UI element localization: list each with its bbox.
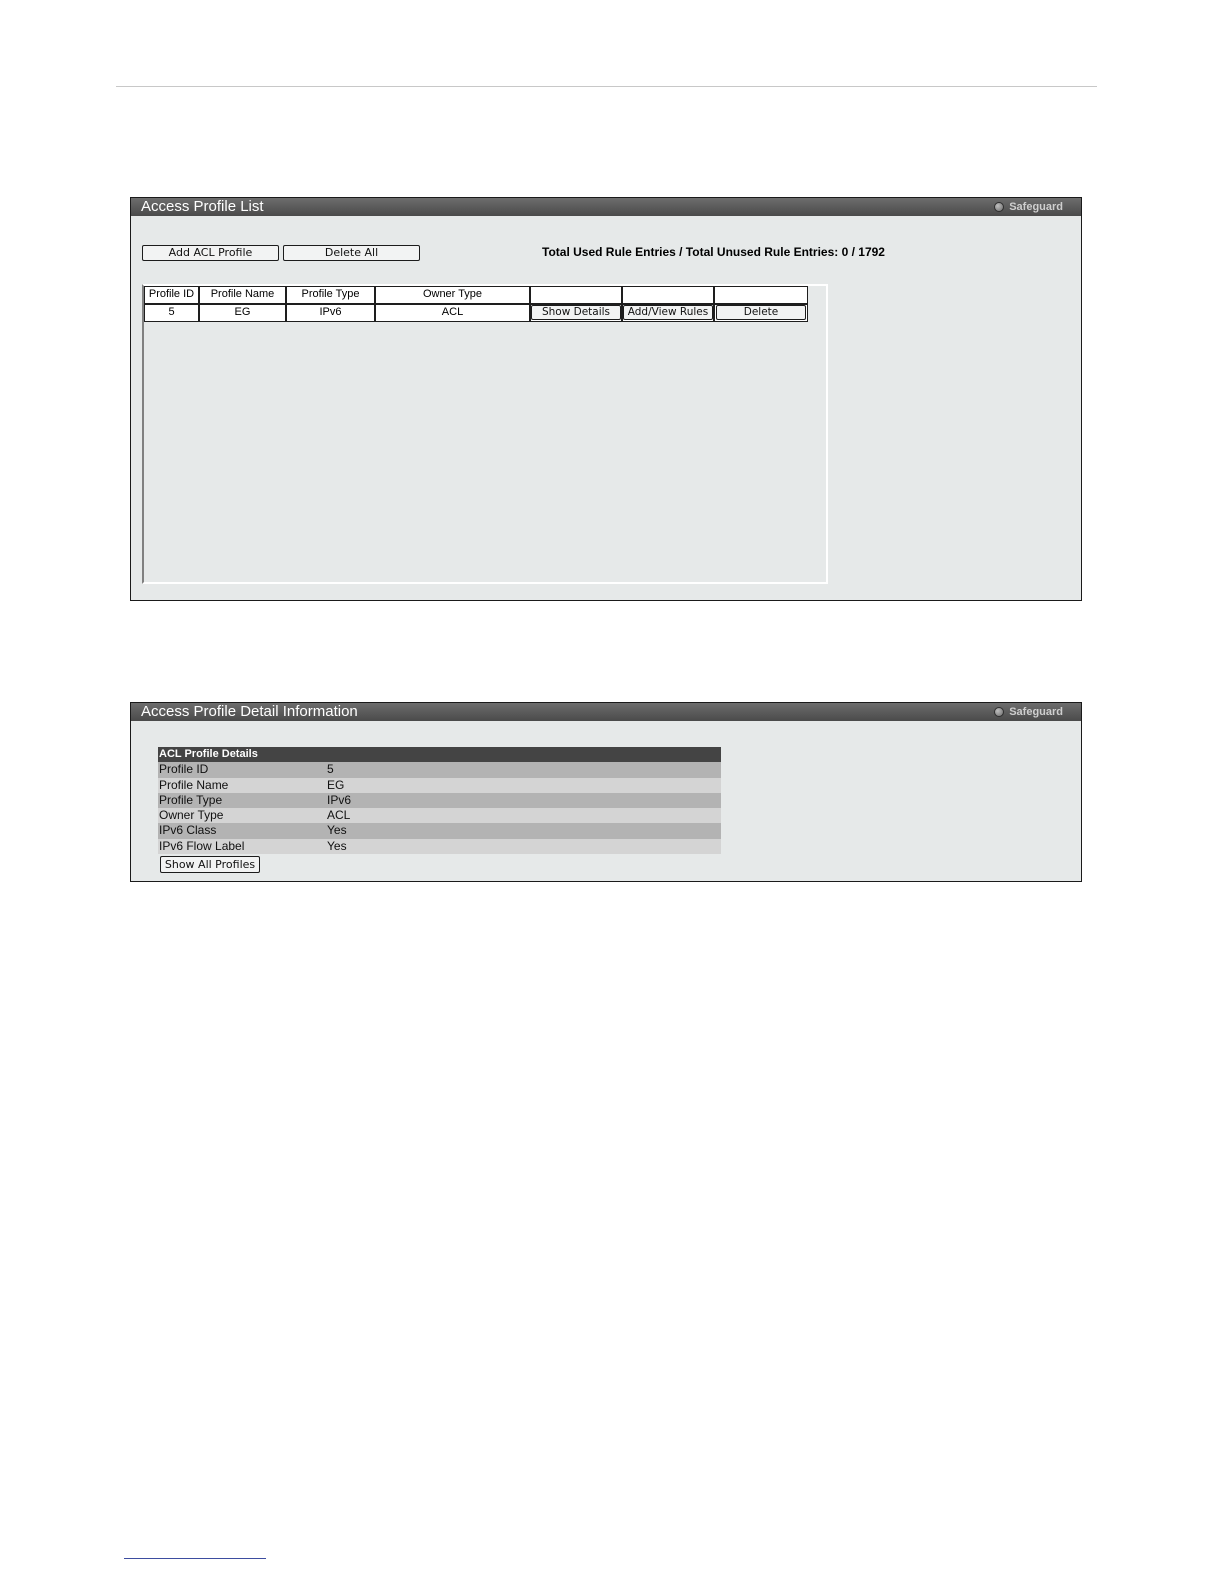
column-header-blank-1 (530, 286, 622, 304)
add-view-rules-button[interactable]: Add/View Rules (623, 305, 713, 320)
detail-value: IPv6 (327, 792, 352, 807)
panel-header: Access Profile List Safeguard (131, 198, 1081, 216)
detail-row-ipv6-flow-label: IPv6 Flow Label Yes (158, 838, 721, 855)
detail-value: EG (327, 777, 345, 792)
delete-row-button[interactable]: Delete (716, 305, 806, 320)
detail-value: ACL (327, 808, 351, 823)
column-header-blank-2 (622, 286, 714, 304)
profile-list-area: Profile ID Profile Name Profile Type Own… (142, 284, 828, 584)
column-header-profile-name: Profile Name (199, 286, 286, 304)
column-header-profile-type: Profile Type (286, 286, 375, 304)
safeguard-indicator: Safeguard (994, 201, 1063, 213)
detail-row-owner-type: Owner Type ACL (158, 808, 721, 824)
detail-label: Profile Type (159, 792, 223, 807)
panel-header: Access Profile Detail Information Safegu… (131, 703, 1081, 721)
detail-row-profile-type: Profile Type IPv6 (158, 792, 721, 809)
panel-title: Access Profile Detail Information (141, 703, 358, 720)
detail-row-ipv6-class: IPv6 Class Yes (158, 823, 721, 839)
top-divider (116, 86, 1097, 87)
rule-entries-totals: Total Used Rule Entries / Total Unused R… (542, 245, 885, 259)
show-all-profiles-button[interactable]: Show All Profiles (160, 856, 260, 873)
details-section-header: ACL Profile Details (158, 747, 721, 763)
detail-label: Profile ID (159, 762, 209, 777)
detail-label: Owner Type (159, 808, 224, 823)
cell-profile-id: 5 (144, 304, 199, 322)
detail-row-profile-name: Profile Name EG (158, 777, 721, 793)
detail-label: IPv6 Flow Label (159, 838, 245, 853)
detail-label: Profile Name (159, 777, 229, 792)
column-header-blank-3 (714, 286, 808, 304)
access-profile-list-panel: Access Profile List Safeguard Add ACL Pr… (130, 197, 1082, 601)
section-header-label: ACL Profile Details (159, 748, 258, 760)
acl-profile-details-table: ACL Profile Details Profile ID 5 Profile… (158, 747, 721, 855)
detail-label: IPv6 Class (159, 823, 217, 838)
column-header-profile-id: Profile ID (144, 286, 199, 304)
show-details-button[interactable]: Show Details (531, 305, 621, 320)
safeguard-label: Safeguard (1009, 201, 1063, 213)
footer-link-underline (124, 1558, 266, 1559)
detail-value: 5 (327, 762, 334, 777)
detail-value: Yes (327, 823, 347, 838)
detail-value: Yes (327, 838, 347, 853)
safeguard-status-icon (994, 707, 1005, 717)
column-header-owner-type: Owner Type (375, 286, 530, 304)
delete-all-button[interactable]: Delete All (283, 245, 420, 261)
cell-owner-type: ACL (375, 304, 530, 322)
add-acl-profile-button[interactable]: Add ACL Profile (142, 245, 279, 261)
safeguard-indicator: Safeguard (994, 706, 1063, 718)
panel-title: Access Profile List (141, 198, 264, 215)
access-profile-detail-panel: Access Profile Detail Information Safegu… (130, 702, 1082, 882)
cell-profile-name: EG (199, 304, 286, 322)
safeguard-status-icon (994, 202, 1005, 212)
detail-row-profile-id: Profile ID 5 (158, 762, 721, 778)
safeguard-label: Safeguard (1009, 706, 1063, 718)
cell-profile-type: IPv6 (286, 304, 375, 322)
